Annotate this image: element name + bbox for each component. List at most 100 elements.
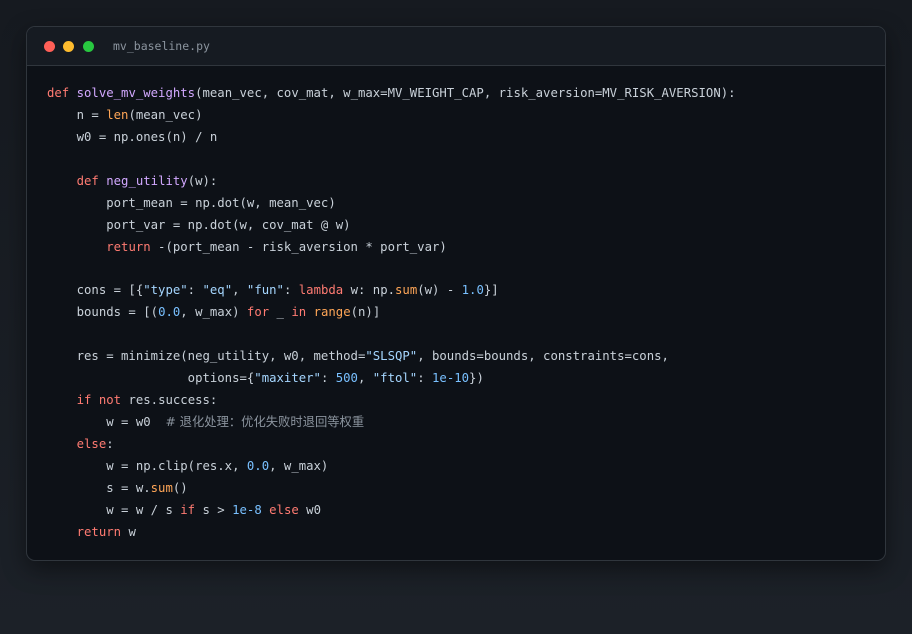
code-line: def solve_mv_weights(mean_vec, cov_mat, … bbox=[47, 83, 873, 105]
code-text: cons = [{ bbox=[47, 283, 144, 298]
code-string: "maxiter" bbox=[254, 371, 321, 386]
code-line: return -(port_mean - risk_aversion * por… bbox=[47, 237, 873, 259]
code-text: : bbox=[106, 437, 114, 451]
code-line: def neg_utility(w): bbox=[47, 171, 873, 193]
code-line: res = minimize(neg_utility, w0, method="… bbox=[47, 346, 873, 368]
code-line: return w bbox=[47, 522, 873, 544]
code-function-name: solve_mv_weights bbox=[76, 86, 196, 100]
code-text: , bbox=[357, 371, 373, 386]
code-line: s = w.sum() bbox=[47, 478, 873, 500]
code-line: else: bbox=[47, 434, 873, 456]
code-keyword: in bbox=[291, 305, 307, 320]
code-text: (mean_vec) bbox=[128, 107, 203, 122]
code-number: 0.0 bbox=[246, 458, 270, 473]
code-keyword: for bbox=[246, 305, 270, 320]
code-keyword: lambda bbox=[298, 283, 344, 298]
code-line: options={"maxiter": 500, "ftol": 1e-10}) bbox=[47, 368, 873, 390]
code-text: , w_max) bbox=[269, 458, 329, 473]
file-name: mv_baseline.py bbox=[113, 39, 210, 53]
code-builtin: sum bbox=[395, 283, 418, 298]
code-line: bounds = [(0.0, w_max) for _ in range(n)… bbox=[47, 302, 873, 324]
code-keyword: def bbox=[47, 86, 70, 100]
code-text: n = bbox=[47, 107, 107, 122]
code-text: port_var = np.dot(w, cov_mat @ w) bbox=[47, 217, 351, 232]
code-text: (n)] bbox=[350, 305, 381, 320]
code-text: _ bbox=[269, 305, 292, 320]
code-builtin: len bbox=[106, 107, 129, 122]
code-text: (w): bbox=[187, 173, 218, 188]
code-text: , bbox=[232, 283, 247, 298]
code-line: w = w0 # 退化处理：优化失败时退回等权重 bbox=[47, 412, 873, 434]
code-text: }) bbox=[469, 371, 484, 386]
code-text: w0 = np.ones(n) / n bbox=[47, 129, 218, 144]
code-number: 500 bbox=[335, 371, 358, 386]
code-line: if not res.success: bbox=[47, 390, 873, 412]
code-keyword: else bbox=[76, 437, 107, 451]
code-function-name: neg_utility bbox=[106, 173, 188, 188]
code-line: cons = [{"type": "eq", "fun": lambda w: … bbox=[47, 280, 873, 302]
code-text: bounds = [( bbox=[47, 305, 159, 320]
code-text: s > bbox=[195, 502, 233, 517]
code-string: "eq" bbox=[202, 283, 233, 298]
code-text: () bbox=[172, 480, 188, 495]
code-keyword: def bbox=[76, 173, 99, 188]
code-block: def solve_mv_weights(mean_vec, cov_mat, … bbox=[47, 83, 873, 544]
code-number: 1.0 bbox=[461, 283, 484, 298]
code-builtin: range bbox=[313, 305, 351, 320]
code-keyword: return bbox=[76, 524, 122, 539]
code-text: (w) - bbox=[417, 283, 462, 298]
code-text: : bbox=[417, 371, 433, 386]
code-keyword: if bbox=[180, 502, 196, 517]
code-builtin: sum bbox=[150, 480, 173, 495]
code-string: "type" bbox=[143, 283, 188, 298]
code-string: "fun" bbox=[246, 283, 284, 298]
code-text: w0 bbox=[298, 502, 321, 517]
code-text: w: np. bbox=[343, 283, 396, 298]
code-string: "ftol" bbox=[372, 371, 418, 386]
code-line: n = len(mean_vec) bbox=[47, 105, 873, 127]
code-window: mv_baseline.py def solve_mv_weights(mean… bbox=[26, 26, 886, 561]
maximize-button[interactable] bbox=[83, 41, 94, 52]
code-text: w = w / s bbox=[47, 502, 181, 517]
code-text: : bbox=[320, 371, 336, 386]
code-text: res.success: bbox=[121, 393, 218, 408]
code-keyword: else bbox=[269, 502, 299, 517]
code-line: port_var = np.dot(w, cov_mat @ w) bbox=[47, 215, 873, 237]
close-button[interactable] bbox=[44, 41, 55, 52]
code-line: w = np.clip(res.x, 0.0, w_max) bbox=[47, 456, 873, 478]
code-text: w = np.clip(res.x, bbox=[47, 458, 247, 473]
code-text: options={ bbox=[47, 371, 255, 386]
code-keyword: not bbox=[98, 393, 122, 408]
code-keyword: return bbox=[106, 239, 151, 254]
code-comment: # 退化处理：优化失败时退回等权重 bbox=[165, 415, 365, 430]
code-line: port_mean = np.dot(w, mean_vec) bbox=[47, 193, 873, 215]
code-line: w0 = np.ones(n) / n bbox=[47, 127, 873, 149]
code-line: w = w / s if s > 1e-8 else w0 bbox=[47, 500, 873, 522]
code-text: res = minimize(neg_utility, w0, method= bbox=[47, 349, 366, 364]
code-string: "SLSQP" bbox=[365, 349, 418, 364]
code-text: , bounds=bounds, constraints=cons, bbox=[417, 349, 669, 364]
minimize-button[interactable] bbox=[63, 41, 74, 52]
code-number: 1e-10 bbox=[432, 371, 470, 386]
code-text: }] bbox=[483, 283, 499, 298]
code-text: : bbox=[283, 283, 299, 298]
code-text: -(port_mean - risk_aversion * port_var) bbox=[150, 239, 447, 254]
window-titlebar: mv_baseline.py bbox=[27, 27, 885, 66]
code-text: w bbox=[121, 524, 136, 539]
code-keyword: if bbox=[76, 393, 92, 408]
code-text: (mean_vec, cov_mat, w_max=MV_WEIGHT_CAP,… bbox=[195, 86, 736, 100]
code-text: , w_max) bbox=[180, 305, 247, 320]
code-text: w = w0 bbox=[47, 415, 166, 430]
code-text: s = w. bbox=[47, 480, 151, 495]
